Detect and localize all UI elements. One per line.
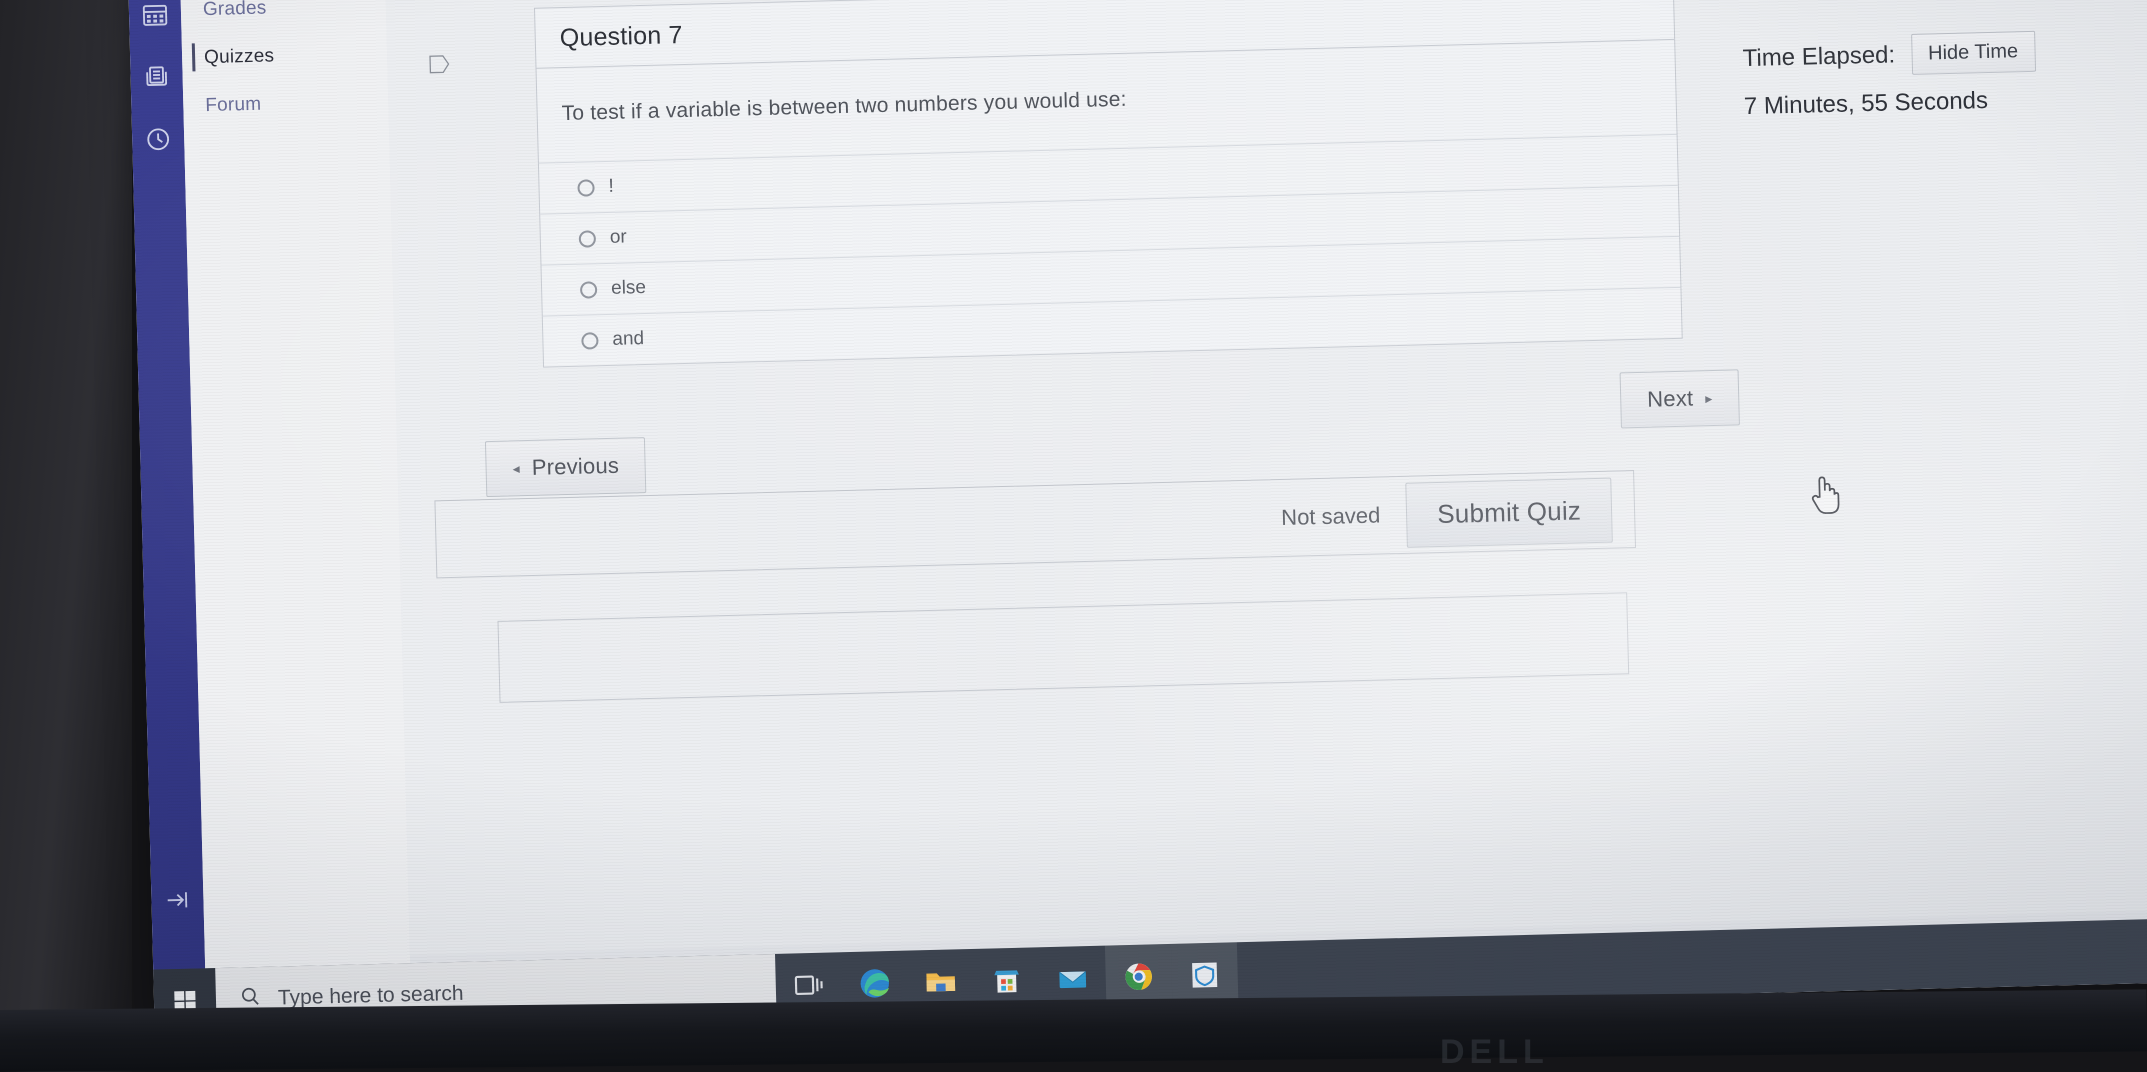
question-card: Question 7 To test if a variable is betw… <box>533 0 1683 368</box>
submit-quiz-button[interactable]: Submit Quiz <box>1405 477 1613 548</box>
previous-button-label: Previous <box>531 452 620 480</box>
answer-options: ! or else and <box>538 133 1682 367</box>
caret-right-icon: ▸ <box>1705 389 1713 406</box>
laptop-screen: Grades Quizzes Forum 1 pts Question 7 <box>128 0 2147 1034</box>
calendar-icon[interactable] <box>135 0 176 36</box>
answer-label: ! <box>608 175 615 197</box>
radio-button[interactable] <box>577 178 595 197</box>
time-elapsed-row: Time Elapsed: Hide Time <box>1742 28 2147 80</box>
inbox-icon[interactable] <box>136 57 177 98</box>
time-elapsed-label: Time Elapsed: <box>1742 40 1896 72</box>
radio-button[interactable] <box>581 331 599 350</box>
save-status: Not saved <box>1280 502 1381 530</box>
previous-button[interactable]: ◂ Previous <box>484 437 647 498</box>
time-elapsed-value: 7 Minutes, 55 Seconds <box>1743 86 1989 121</box>
quiz-content-area: 1 pts Question 7 To test if a variable i… <box>384 0 2147 956</box>
caret-left-icon: ◂ <box>512 459 521 476</box>
photo-of-laptop-screen: Grades Quizzes Forum 1 pts Question 7 <box>0 0 2147 1072</box>
history-clock-icon[interactable] <box>138 119 179 160</box>
collapse-sidebar-button[interactable] <box>151 886 204 913</box>
question-nav-item[interactable]: ? Question 9 <box>1740 0 2147 4</box>
course-navigation: Grades Quizzes Forum <box>179 0 411 973</box>
sidebar-item-forum[interactable]: Forum <box>183 77 389 130</box>
hide-time-button[interactable]: Hide Time <box>1910 30 2036 75</box>
answer-label: and <box>612 328 645 350</box>
pointer-hand-cursor <box>1808 471 1843 516</box>
next-button[interactable]: Next ▸ <box>1619 369 1741 429</box>
next-button-label: Next <box>1646 385 1694 412</box>
quiz-footer-box <box>497 592 1630 703</box>
sidebar-item-quizzes[interactable]: Quizzes <box>182 29 388 82</box>
answer-label: or <box>609 226 627 248</box>
flag-outline-icon[interactable] <box>428 54 450 75</box>
laptop-bezel-left <box>0 0 132 1072</box>
question-navigator-rail: ? Question 7 ? Question 8 ? Question 9 T… <box>1739 0 2147 121</box>
radio-button[interactable] <box>578 229 597 248</box>
answer-label: else <box>610 276 647 299</box>
dell-brand-logo: DELL <box>1440 1033 1549 1071</box>
radio-button[interactable] <box>579 280 598 299</box>
